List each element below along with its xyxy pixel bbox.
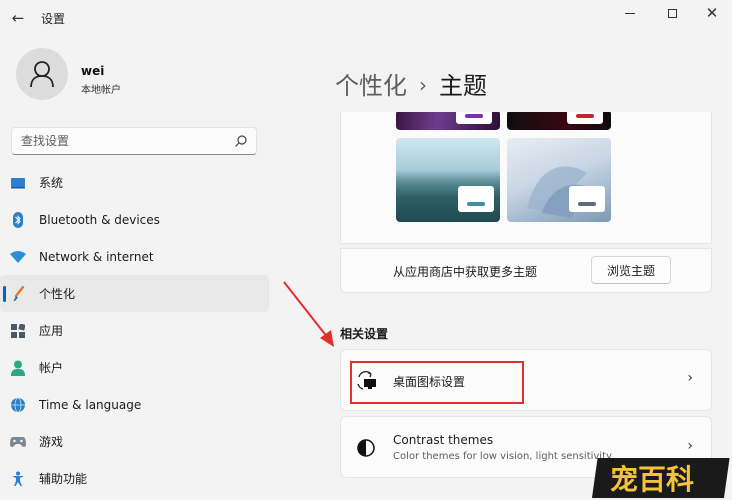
contrast-themes-title: Contrast themes [393,433,494,447]
bluetooth-icon [10,211,26,228]
accent-bar [465,114,483,118]
sidebar-item-time-language[interactable]: Time & language [0,386,269,423]
globe-clock-icon [10,397,26,413]
account-type: 本地帐户 [81,85,121,96]
user-icon [30,61,54,88]
store-text: 从应用商店中获取更多主题 [393,265,538,279]
sidebar-item-label: 应用 [39,324,64,338]
breadcrumb-separator: › [419,73,427,97]
sidebar-item-gaming[interactable]: 游戏 [0,423,269,460]
account-icon [10,360,26,376]
user-card[interactable]: wei 本地帐户 [16,48,256,106]
theme-thumbnail-captured-motion[interactable] [507,112,611,130]
chevron-right-icon: › [687,370,693,386]
wifi-icon [10,249,26,265]
breadcrumb-parent[interactable]: 个性化 [335,72,407,100]
sidebar-item-accessibility[interactable]: 辅助功能 [0,460,269,497]
search-input[interactable] [21,133,221,149]
theme-preview-window [458,186,494,212]
brush-icon [10,285,26,302]
sidebar-item-label: 辅助功能 [39,472,88,486]
highlight-box [350,361,524,404]
maximize-button[interactable] [650,2,694,24]
apps-icon [10,323,26,339]
sidebar-item-label: 系统 [39,176,64,190]
contrast-themes-subtitle: Color themes for low vision, light sensi… [393,451,612,462]
sidebar-item-network[interactable]: Network & internet [0,238,269,275]
sidebar-item-personalization[interactable]: 个性化 [0,275,269,312]
close-button[interactable]: ✕ [690,2,732,24]
sidebar-item-accounts[interactable]: 帐户 [0,349,269,386]
back-button[interactable]: ← [6,6,30,30]
avatar [16,48,68,100]
back-arrow-icon: ← [11,9,25,27]
sidebar-item-system[interactable]: 系统 [0,164,269,201]
search-icon[interactable] [234,134,248,148]
contrast-icon [355,437,377,459]
chevron-right-icon: › [687,438,693,454]
theme-thumbnail-flow[interactable] [396,138,500,222]
search-box[interactable] [11,127,257,155]
accent-bar [578,202,596,206]
theme-preview-window [569,186,605,212]
maximize-icon [667,8,677,18]
user-name: wei [81,64,105,78]
sidebar-item-label: 个性化 [39,287,76,301]
browse-themes-button[interactable]: 浏览主题 [591,256,671,284]
title-bar: ← 设置 ✕ [0,0,732,36]
breadcrumb: 个性化 › 主题 [335,66,487,101]
accent-bar [576,114,594,118]
sidebar-item-label: 游戏 [39,435,64,449]
watermark-logo: 宠百科 [590,455,732,500]
theme-thumbnail-sunrise[interactable] [507,138,611,222]
store-row: 从应用商店中获取更多主题 浏览主题 [340,248,712,293]
minimize-button[interactable] [608,2,652,24]
close-icon: ✕ [705,4,719,22]
theme-preview-window [567,112,603,124]
accent-bar [467,202,485,206]
theme-preview-window [456,112,492,124]
sidebar-item-bluetooth[interactable]: Bluetooth & devices [0,201,269,238]
system-icon [10,175,26,191]
sidebar-nav: 系统 Bluetooth & devices Network & interne… [0,164,270,497]
sidebar-item-label: Bluetooth & devices [39,212,160,227]
sidebar-item-label: 帐户 [39,361,64,375]
sidebar-item-label: Time & language [39,397,142,412]
accessibility-icon [10,471,26,487]
page-title: 主题 [439,72,487,100]
minimize-icon [625,12,635,14]
theme-thumbnail-glow[interactable] [396,112,500,130]
section-title-related: 相关设置 [340,327,389,341]
theme-gallery [340,112,712,244]
app-title: 设置 [41,12,66,26]
sidebar-item-label: Network & internet [39,249,154,264]
sidebar-item-apps[interactable]: 应用 [0,312,269,349]
svg-text:宠百科: 宠百科 [610,463,694,496]
gamepad-icon [10,434,26,450]
